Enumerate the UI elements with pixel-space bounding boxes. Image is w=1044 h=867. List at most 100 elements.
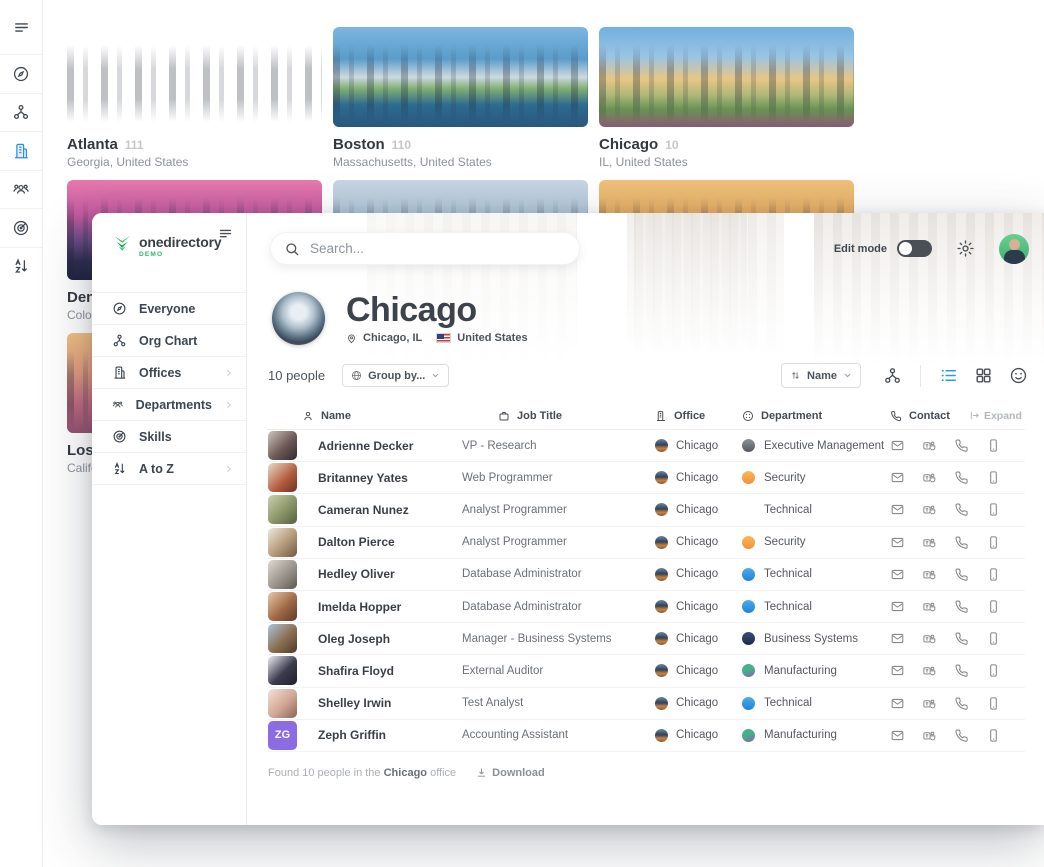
expand-label: Expand bbox=[984, 410, 1022, 422]
person-job-title: Database Administrator bbox=[462, 601, 655, 613]
grid-view-icon[interactable] bbox=[974, 366, 993, 385]
column-header-office[interactable]: Office bbox=[655, 410, 742, 422]
list-view-icon[interactable] bbox=[939, 366, 958, 385]
mobile-icon[interactable] bbox=[986, 535, 1001, 550]
table-row[interactable]: Britanney Yates Web Programmer Chicago S… bbox=[268, 462, 1025, 494]
mobile-icon[interactable] bbox=[986, 696, 1001, 711]
mail-icon[interactable] bbox=[890, 696, 905, 711]
teams-icon[interactable] bbox=[922, 502, 937, 517]
mobile-icon[interactable] bbox=[986, 438, 1001, 453]
mobile-icon[interactable] bbox=[986, 663, 1001, 678]
mail-icon[interactable] bbox=[890, 502, 905, 517]
teams-icon[interactable] bbox=[922, 728, 937, 743]
mail-icon[interactable] bbox=[890, 470, 905, 485]
sidebar-item-offices[interactable]: Offices bbox=[92, 357, 246, 389]
teams-icon[interactable] bbox=[922, 599, 937, 614]
table-row[interactable]: ZG Zeph Griffin Accounting Assistant Chi… bbox=[268, 720, 1025, 752]
mobile-icon[interactable] bbox=[986, 502, 1001, 517]
teams-icon[interactable] bbox=[922, 535, 937, 550]
mail-icon[interactable] bbox=[890, 438, 905, 453]
city-card-chicago[interactable]: Chicago10 IL, United States bbox=[599, 27, 854, 171]
phone-icon[interactable] bbox=[954, 728, 969, 743]
teams-icon[interactable] bbox=[922, 631, 937, 646]
sidebar-item-skills[interactable]: Skills bbox=[92, 421, 246, 453]
column-header-job-title[interactable]: Job Title bbox=[462, 410, 655, 422]
background-sidebar bbox=[0, 0, 43, 867]
sidebar-item-a-to-z[interactable]: A to Z bbox=[92, 453, 246, 485]
mobile-icon[interactable] bbox=[986, 599, 1001, 614]
phone-icon[interactable] bbox=[954, 599, 969, 614]
mobile-icon[interactable] bbox=[986, 567, 1001, 582]
skills-icon[interactable] bbox=[0, 208, 42, 247]
person-name: Oleg Joseph bbox=[305, 632, 462, 646]
gear-icon[interactable] bbox=[956, 239, 975, 258]
sort-dropdown[interactable]: Name bbox=[781, 363, 861, 388]
phone-icon[interactable] bbox=[954, 567, 969, 582]
sidebar-item-departments[interactable]: Departments bbox=[92, 389, 246, 421]
mail-icon[interactable] bbox=[890, 599, 905, 614]
city-card-boston[interactable]: Boston110 Massachusetts, United States bbox=[333, 27, 588, 171]
table-row[interactable]: Cameran Nunez Analyst Programmer Chicago… bbox=[268, 494, 1025, 526]
phone-icon[interactable] bbox=[954, 470, 969, 485]
mobile-icon[interactable] bbox=[986, 631, 1001, 646]
teams-icon[interactable] bbox=[922, 470, 937, 485]
person-office: Chicago bbox=[655, 439, 742, 452]
table-row[interactable]: Shafira Floyd External Auditor Chicago M… bbox=[268, 655, 1025, 687]
column-header-department[interactable]: Department bbox=[742, 410, 890, 422]
search-bar[interactable] bbox=[270, 232, 580, 265]
column-header-name[interactable]: Name bbox=[268, 410, 462, 422]
person-avatar bbox=[268, 689, 297, 718]
person-office: Chicago bbox=[655, 632, 742, 645]
person-avatar-cell bbox=[268, 689, 305, 718]
menu-icon[interactable] bbox=[218, 226, 233, 241]
person-contact-actions bbox=[890, 470, 1025, 485]
edit-mode-toggle[interactable] bbox=[897, 240, 932, 257]
phone-icon[interactable] bbox=[954, 502, 969, 517]
table-row[interactable]: Dalton Pierce Analyst Programmer Chicago… bbox=[268, 527, 1025, 559]
menu-icon[interactable] bbox=[0, 0, 42, 54]
departments-icon[interactable] bbox=[0, 170, 42, 209]
department-label: Technical bbox=[764, 568, 812, 580]
mail-icon[interactable] bbox=[890, 631, 905, 646]
logo-wordmark: onedirectory bbox=[139, 235, 221, 249]
search-input[interactable] bbox=[310, 241, 566, 256]
mobile-icon[interactable] bbox=[986, 728, 1001, 743]
expand-button[interactable]: Expand bbox=[969, 410, 1022, 422]
teams-icon[interactable] bbox=[922, 438, 937, 453]
teams-icon[interactable] bbox=[922, 567, 937, 582]
phone-icon[interactable] bbox=[954, 535, 969, 550]
mail-icon[interactable] bbox=[890, 728, 905, 743]
sidebar-item-org-chart[interactable]: Org Chart bbox=[92, 325, 246, 357]
column-header-contact[interactable]: Contact Expand bbox=[890, 410, 1025, 422]
person-office: Chicago bbox=[655, 600, 742, 613]
everyone-icon[interactable] bbox=[0, 54, 42, 93]
phone-icon[interactable] bbox=[954, 438, 969, 453]
phone-icon[interactable] bbox=[954, 663, 969, 678]
person-contact-actions bbox=[890, 535, 1025, 550]
user-avatar[interactable] bbox=[999, 234, 1029, 264]
a-to-z-icon[interactable] bbox=[0, 247, 42, 286]
city-card-atlanta[interactable]: Atlanta111 Georgia, United States bbox=[67, 27, 322, 171]
department-dot-icon bbox=[742, 536, 755, 549]
mobile-icon[interactable] bbox=[986, 470, 1001, 485]
org-chart-view-icon[interactable] bbox=[883, 366, 902, 385]
teams-icon[interactable] bbox=[922, 696, 937, 711]
table-row[interactable]: Hedley Oliver Database Administrator Chi… bbox=[268, 559, 1025, 591]
table-row[interactable]: Shelley Irwin Test Analyst Chicago Techn… bbox=[268, 688, 1025, 720]
group-by-dropdown[interactable]: Group by... bbox=[342, 364, 449, 387]
mail-icon[interactable] bbox=[890, 663, 905, 678]
org-chart-icon[interactable] bbox=[0, 93, 42, 132]
mail-icon[interactable] bbox=[890, 567, 905, 582]
expand-icon bbox=[969, 410, 980, 421]
teams-icon[interactable] bbox=[922, 663, 937, 678]
table-row[interactable]: Adrienne Decker VP - Research Chicago Ex… bbox=[268, 430, 1025, 462]
phone-icon[interactable] bbox=[954, 696, 969, 711]
emoji-view-icon[interactable] bbox=[1009, 366, 1028, 385]
mail-icon[interactable] bbox=[890, 535, 905, 550]
phone-icon[interactable] bbox=[954, 631, 969, 646]
download-button[interactable]: Download bbox=[476, 767, 545, 779]
sidebar-item-everyone[interactable]: Everyone bbox=[92, 293, 246, 325]
table-row[interactable]: Imelda Hopper Database Administrator Chi… bbox=[268, 591, 1025, 623]
table-row[interactable]: Oleg Joseph Manager - Business Systems C… bbox=[268, 623, 1025, 655]
offices-icon[interactable] bbox=[0, 131, 42, 170]
